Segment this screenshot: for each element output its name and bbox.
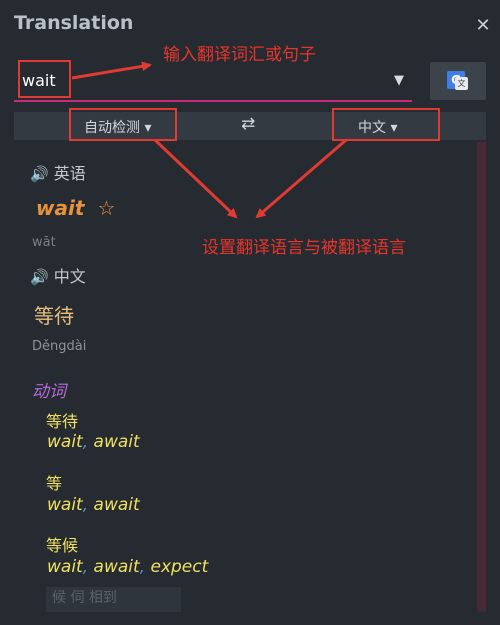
translation-panel: Translation ✕ wait ▼ G 文 自动检测 ▾ ⇄ 中文 ▾ 🔊… [0, 0, 500, 625]
annotation-arrow-input [71, 61, 152, 80]
annotation-arrow-source [153, 138, 238, 219]
annotation-arrows [71, 61, 347, 219]
annotation-arrow-target [255, 138, 347, 219]
